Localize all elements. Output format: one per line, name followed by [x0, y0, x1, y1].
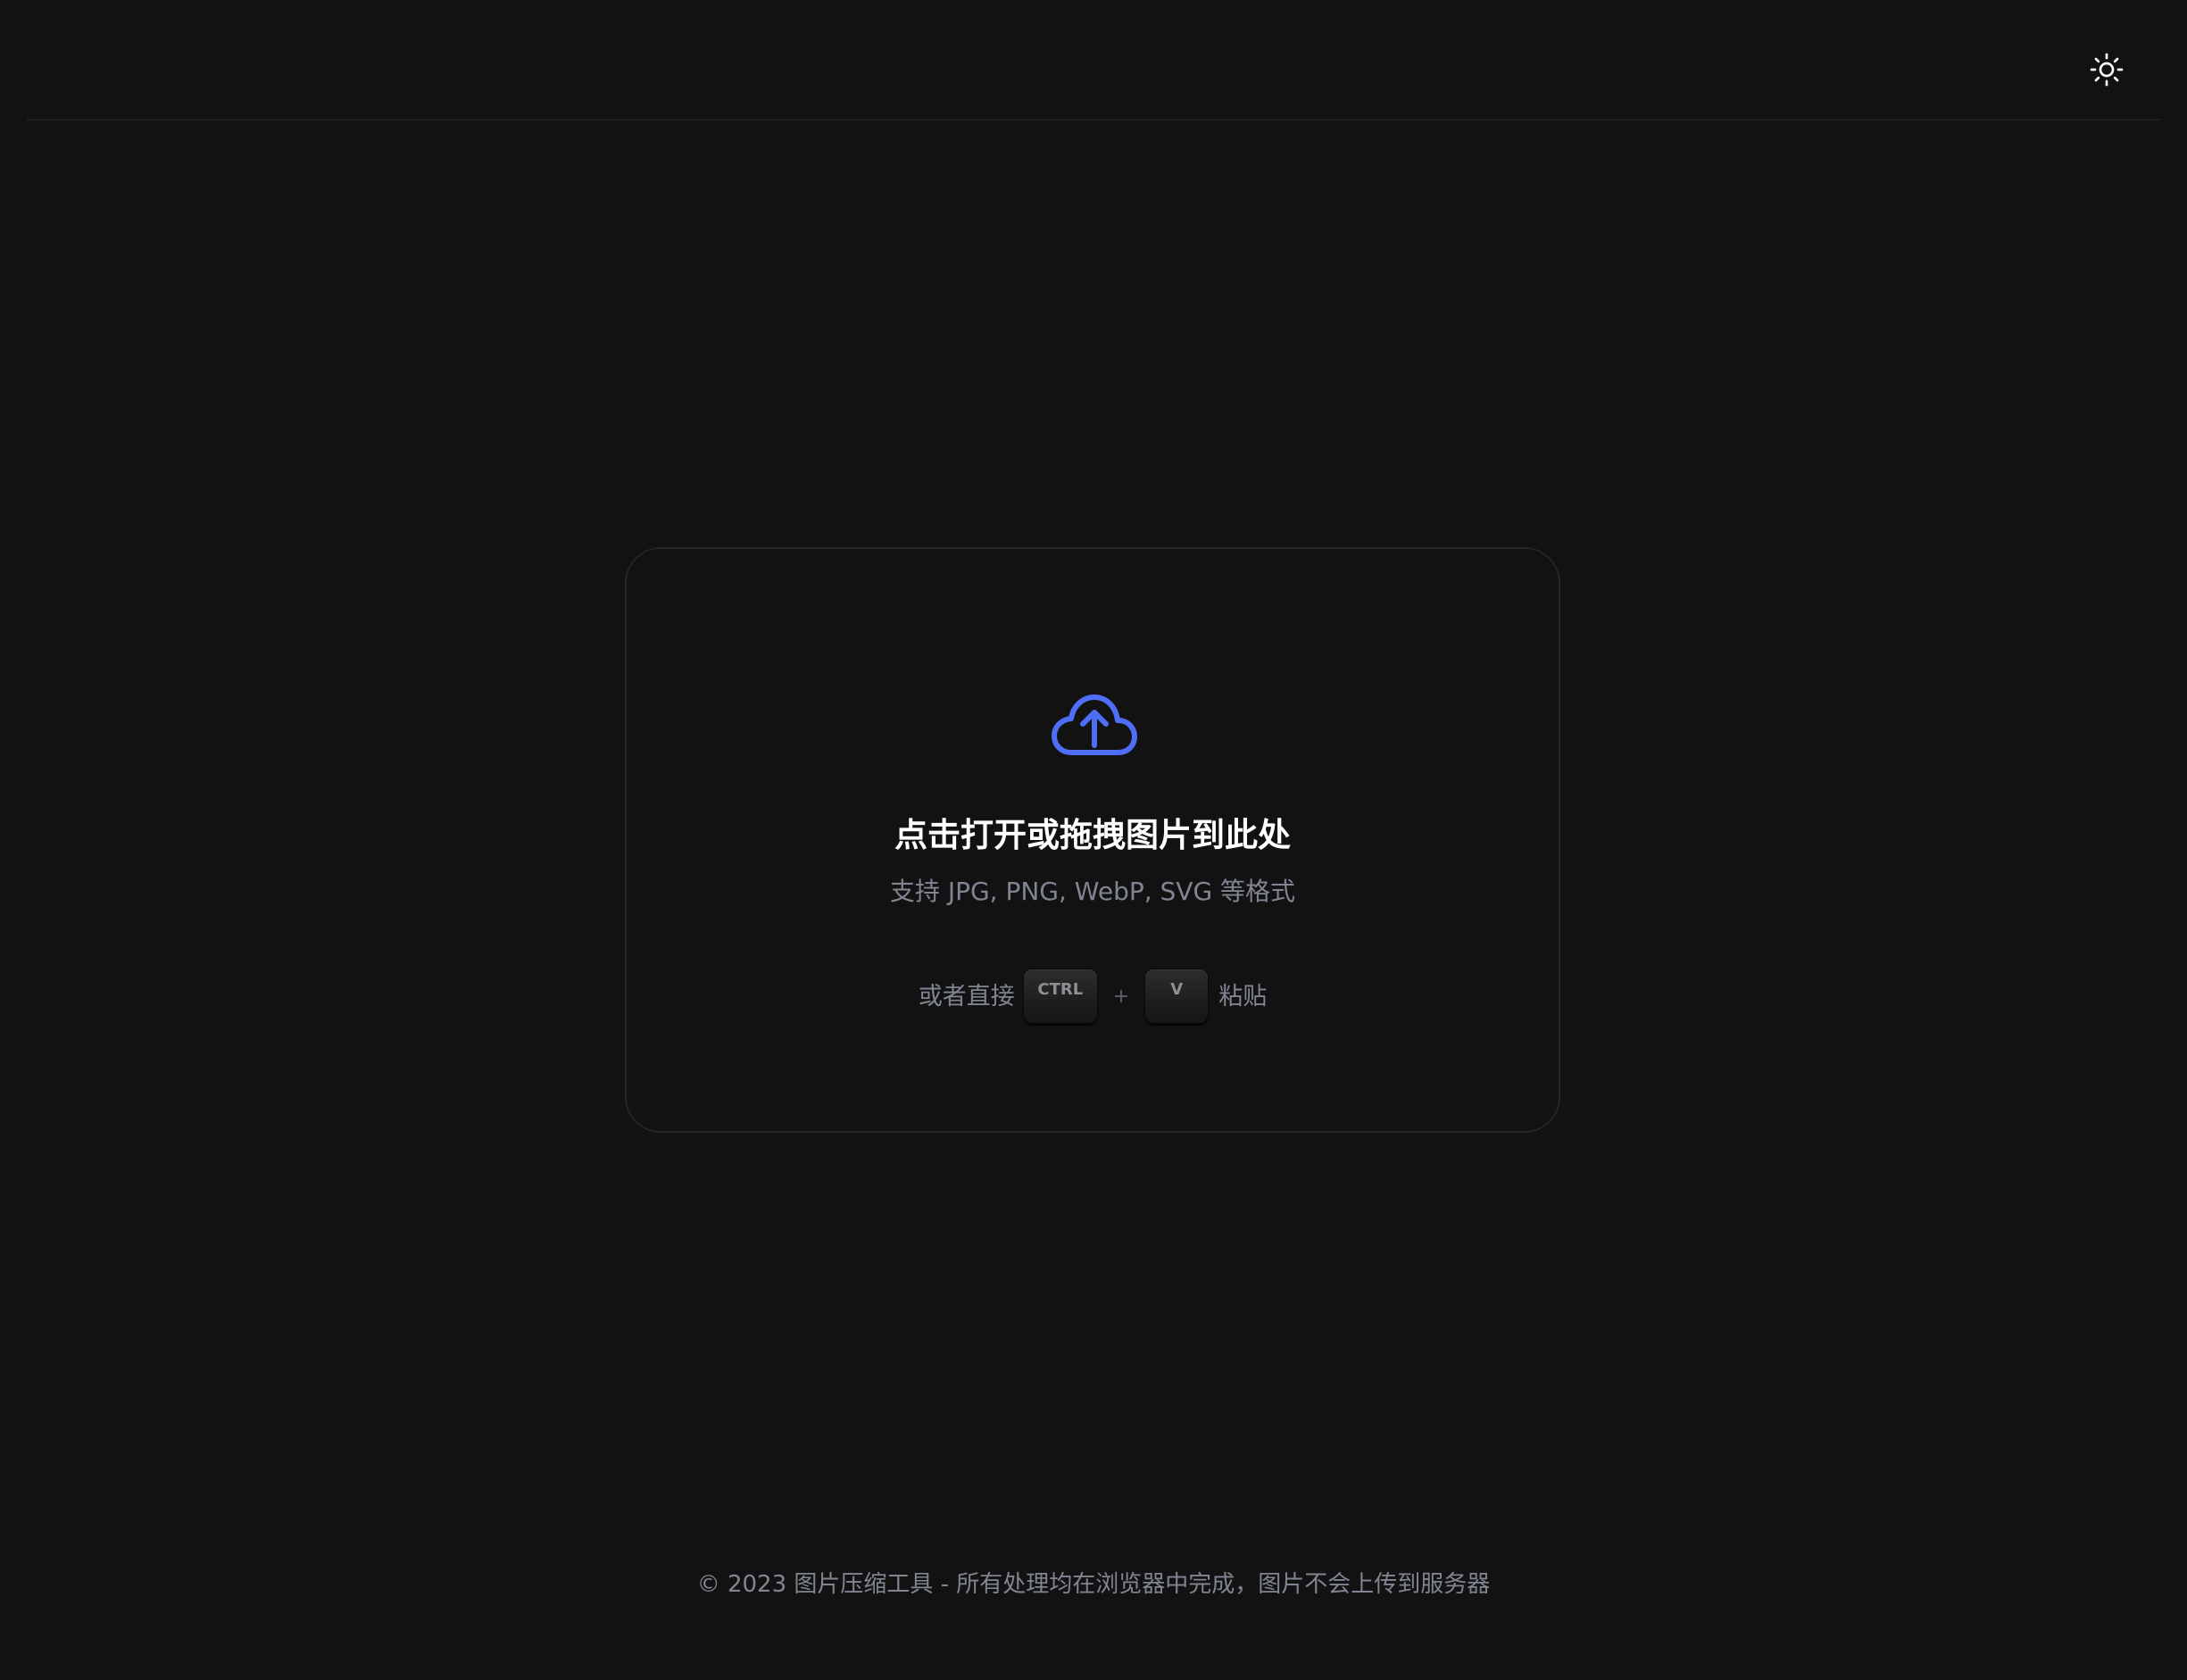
footer-text: © 2023 图片压缩工具 - 所有处理均在浏览器中完成，图片不会上传到服务器 [696, 1571, 1491, 1598]
cloud-upload-icon [1052, 694, 1137, 755]
page: 点击打开或拖拽图片到此处 支持 JPG, PNG, WebP, SVG 等格式 … [0, 0, 2187, 1680]
header [27, 0, 2160, 121]
upload-dropzone[interactable]: 点击打开或拖拽图片到此处 支持 JPG, PNG, WebP, SVG 等格式 … [625, 547, 1560, 1133]
theme-toggle-button[interactable] [2089, 52, 2125, 87]
dropzone-subtitle: 支持 JPG, PNG, WebP, SVG 等格式 [889, 877, 1296, 906]
v-key: V [1145, 969, 1209, 1023]
paste-hint-prefix: 或者直接 [918, 982, 1015, 1010]
paste-hint-suffix: 粘贴 [1218, 982, 1268, 1010]
paste-hint: 或者直接 CTRL + V 粘贴 [627, 967, 1559, 1026]
dropzone-title: 点击打开或拖拽图片到此处 [894, 816, 1291, 854]
ctrl-key: CTRL [1023, 969, 1097, 1023]
plus-sign: + [1112, 985, 1130, 1008]
sun-icon [2090, 53, 2124, 87]
